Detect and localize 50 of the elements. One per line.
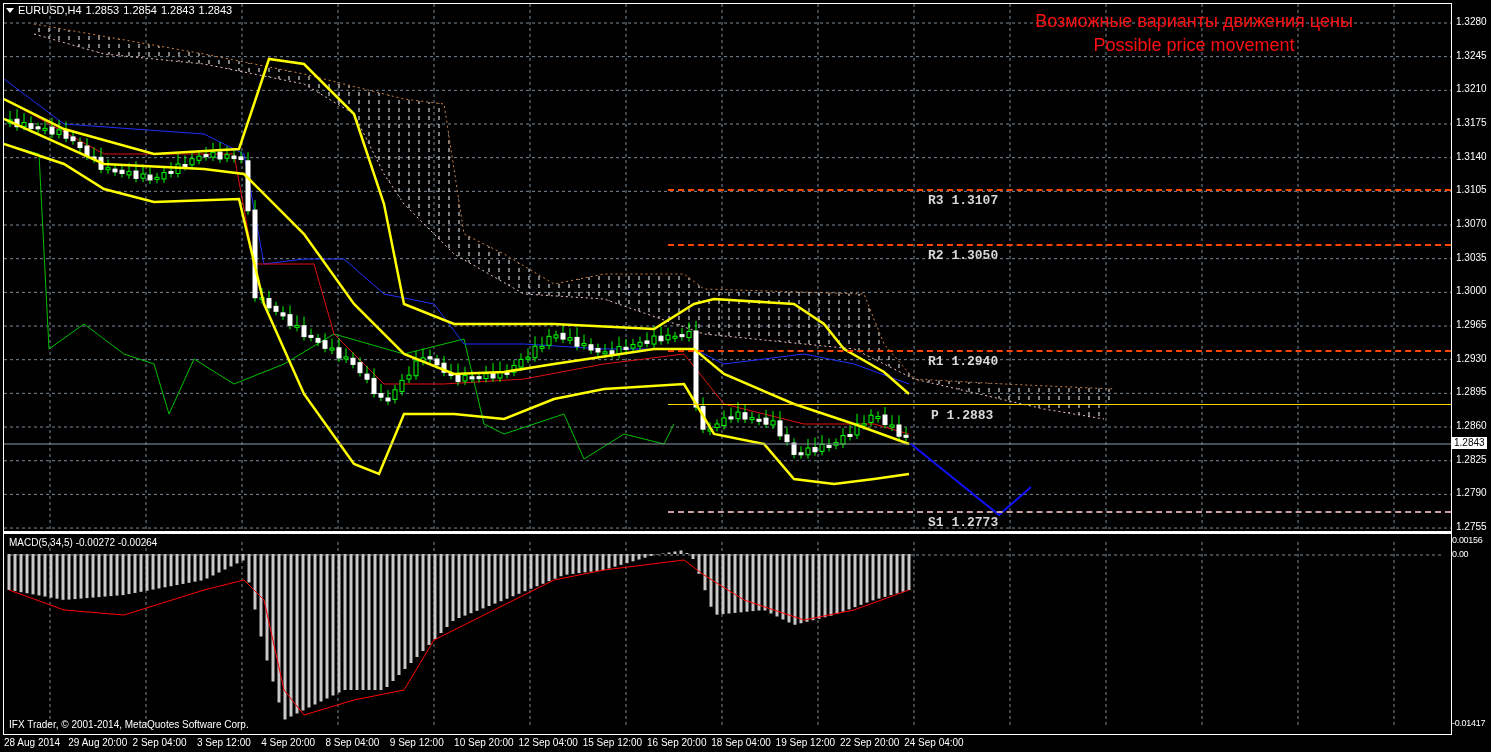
copyright-text: IFX Trader, © 2001-2014, MetaQuotes Software Corp.	[9, 720, 249, 730]
price-tick: 1.3280	[1456, 17, 1487, 27]
price-tick: 1.2860	[1456, 421, 1487, 432]
time-tick: 9 Sep 12:00	[389, 738, 444, 748]
price-tick: 1.3175	[1456, 118, 1487, 128]
level-label: P 1.2883	[931, 409, 994, 422]
price-value: 1.2843	[198, 5, 233, 16]
level-label: R3 1.3107	[928, 194, 999, 207]
time-tick: 8 Sep 04:00	[325, 738, 380, 748]
time-tick: 28 Aug 2014	[4, 738, 61, 748]
macd-tick: 0.00	[1452, 550, 1469, 559]
level-label: R1 1.2940	[928, 355, 999, 368]
price-tick: 1.3070	[1456, 219, 1487, 229]
time-tick: 12 Sep 04:00	[518, 738, 578, 748]
price-tick: 1.3210	[1456, 84, 1487, 95]
time-tick: 29 Aug 20:00	[68, 738, 128, 748]
time-tick: 24 Sep 04:00	[904, 738, 964, 748]
dropdown-icon[interactable]	[6, 8, 14, 13]
time-tick: 10 Sep 20:00	[454, 738, 514, 748]
price-tick: 1.2790	[1456, 488, 1487, 499]
time-tick: 4 Sep 20:00	[261, 738, 316, 748]
price-tick: 1.3245	[1456, 50, 1487, 61]
price-tick: 1.2965	[1456, 320, 1487, 330]
price-value: 1.2853	[85, 5, 120, 16]
time-tick: 16 Sep 20:00	[647, 738, 707, 748]
time-tick: 3 Sep 12:00	[196, 738, 251, 748]
level-label: S1 1.2773	[928, 516, 999, 529]
time-tick: 18 Sep 04:00	[711, 738, 771, 748]
time-tick: 15 Sep 12:00	[582, 738, 643, 748]
price-tick: 1.2825	[1456, 454, 1487, 465]
time-tick: 19 Sep 12:00	[775, 738, 836, 748]
price-tick: 1.2930	[1456, 353, 1487, 364]
price-tick: 1.3035	[1456, 252, 1487, 263]
annotation-text: Possible price movement	[1093, 34, 1295, 57]
time-tick: 2 Sep 04:00	[132, 738, 187, 748]
price-tick: 1.3140	[1456, 151, 1487, 162]
level-label: R2 1.3050	[928, 249, 999, 262]
time-tick: 22 Sep 20:00	[839, 738, 900, 748]
annotation-text: Возможные варианты движения цены	[1035, 10, 1353, 33]
macd-tick: -0.01417	[1452, 719, 1486, 728]
price-value: 1.2843	[160, 5, 195, 16]
macd-label: MACD(5,34,5) -0.00272 -0.00264	[9, 538, 158, 548]
macd-tick: 0.00156	[1452, 536, 1483, 545]
price-tick: 1.3000	[1456, 286, 1487, 297]
price-tick: 1.3105	[1456, 185, 1487, 196]
price-value: 1.2854	[123, 5, 157, 16]
price-tick: 1.2895	[1456, 387, 1487, 398]
price-tick: 1.2755	[1456, 522, 1487, 533]
symbol-title: EURUSD,H4	[18, 5, 82, 16]
current-price-label: 1.2843	[1452, 437, 1487, 449]
